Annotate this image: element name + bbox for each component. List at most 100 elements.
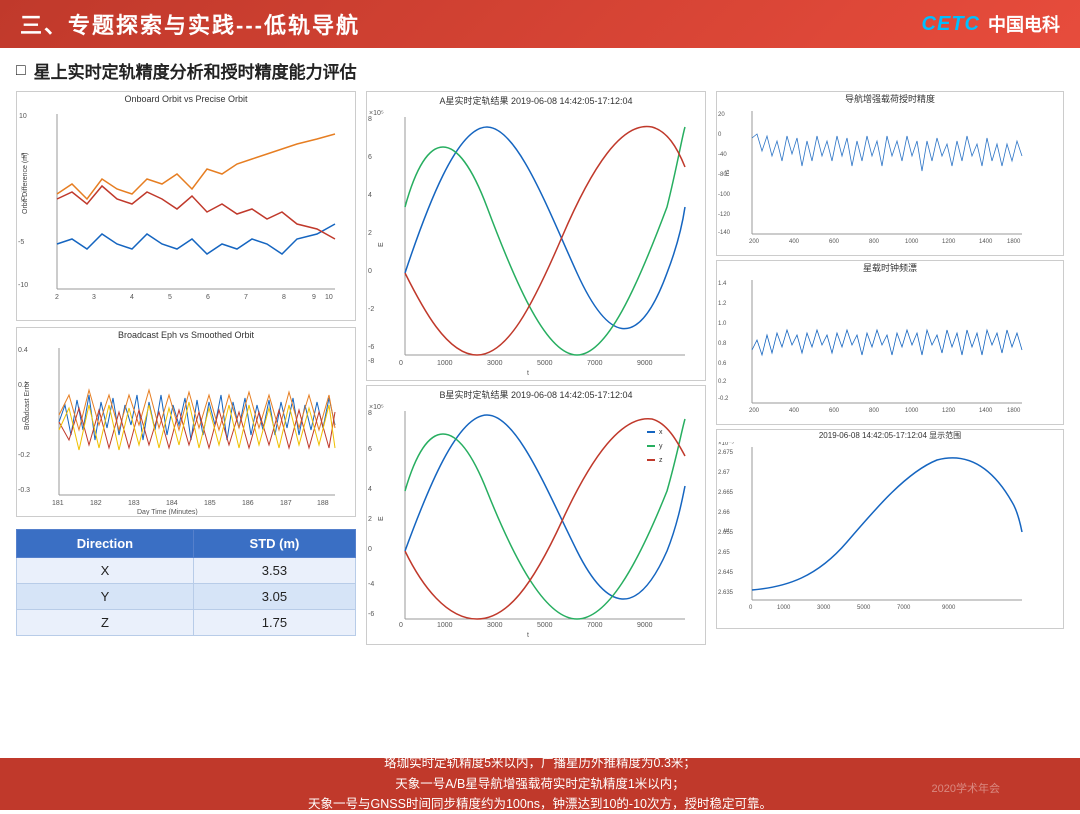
std-x: 3.53 <box>193 558 355 584</box>
left-column: Onboard Orbit vs Precise Orbit 10 5 0 -5… <box>16 91 356 711</box>
svg-text:E: E <box>378 516 385 521</box>
svg-text:0.6: 0.6 <box>718 361 727 367</box>
svg-text:5000: 5000 <box>857 605 871 611</box>
center-bottom-chart: B星实时定轨结果 2019-06-08 14:42:05-17:12:04 8 … <box>366 385 706 645</box>
svg-text:2: 2 <box>368 230 372 237</box>
bottom-left-chart: Broadcast Eph vs Smoothed Orbit 0.4 0.2 … <box>16 327 356 517</box>
right-bottom-svg: 2.675 2.67 2.665 2.66 2.655 2.65 2.645 2… <box>717 442 1027 622</box>
right-mid-chart: 星载时钟频漂 1.4 1.2 1.0 0.8 0.6 0.2 -0.2 200 … <box>716 260 1064 425</box>
svg-text:2.645: 2.645 <box>718 570 734 576</box>
svg-text:182: 182 <box>90 500 102 507</box>
svg-text:1200: 1200 <box>942 239 956 245</box>
svg-text:0.2: 0.2 <box>718 379 727 385</box>
svg-text:-2: -2 <box>368 306 374 313</box>
svg-text:Orbit Difference (m): Orbit Difference (m) <box>22 153 29 214</box>
svg-text:×10⁵: ×10⁵ <box>369 404 384 411</box>
data-table-container: Direction STD (m) X 3.53 Y 3.05 <box>16 525 356 636</box>
svg-text:-5: -5 <box>18 239 24 246</box>
svg-text:4: 4 <box>368 192 372 199</box>
svg-text:8: 8 <box>282 294 286 301</box>
svg-text:1000: 1000 <box>777 605 791 611</box>
svg-text:8: 8 <box>368 116 372 123</box>
svg-text:9000: 9000 <box>637 622 653 629</box>
header: 三、专题探索与实践---低轨导航 CETC 中国电科 <box>0 0 1080 48</box>
svg-text:E: E <box>378 242 385 247</box>
svg-text:2.65: 2.65 <box>718 550 730 556</box>
svg-text:10: 10 <box>19 113 27 120</box>
svg-text:1000: 1000 <box>905 239 919 245</box>
svg-text:-140: -140 <box>718 230 731 236</box>
svg-text:7000: 7000 <box>587 360 603 367</box>
svg-text:181: 181 <box>52 500 64 507</box>
svg-text:E: E <box>725 528 731 532</box>
svg-text:6: 6 <box>368 446 372 453</box>
table-header-std: STD (m) <box>193 530 355 558</box>
right-column: 导航增强载荷授时精度 20 0 -40 -80 -100 -120 -140 n… <box>716 91 1064 711</box>
center-column: A星实时定轨结果 2019-06-08 14:42:05-17:12:04 8 … <box>366 91 706 711</box>
svg-text:t: t <box>527 370 529 377</box>
svg-text:-120: -120 <box>718 212 731 218</box>
svg-text:5000: 5000 <box>537 360 553 367</box>
svg-text:800: 800 <box>869 239 880 245</box>
svg-text:800: 800 <box>869 408 880 414</box>
svg-text:187: 187 <box>280 500 292 507</box>
svg-text:200: 200 <box>749 239 760 245</box>
svg-text:0.8: 0.8 <box>718 341 727 347</box>
footer-line3: 天象一号与GNSS时间同步精度约为100ns，钟漂达到10的-10次方，授时稳定… <box>308 795 772 814</box>
svg-text:9: 9 <box>312 294 316 301</box>
footer-line1: 珞珈实时定轨精度5米以内，广播星历外推精度为0.3米； <box>384 754 696 773</box>
svg-text:3000: 3000 <box>817 605 831 611</box>
center-bottom-svg: 8 6 4 2 0 -4 -6 ×10⁵ E 0 1000 3000 5000 … <box>367 401 697 639</box>
svg-text:2.635: 2.635 <box>718 590 734 596</box>
table-row: Z 1.75 <box>17 610 356 636</box>
svg-text:400: 400 <box>789 408 800 414</box>
svg-text:183: 183 <box>128 500 140 507</box>
table-row: X 3.53 <box>17 558 356 584</box>
svg-text:3000: 3000 <box>487 360 503 367</box>
svg-text:1000: 1000 <box>437 622 453 629</box>
right-mid-title: 星载时钟频漂 <box>717 261 1063 274</box>
std-z: 1.75 <box>193 610 355 636</box>
svg-text:5000: 5000 <box>537 622 553 629</box>
svg-text:×10⁻⁵: ×10⁻⁵ <box>718 442 734 447</box>
svg-text:1000: 1000 <box>905 408 919 414</box>
svg-text:0: 0 <box>368 546 372 553</box>
svg-text:-8: -8 <box>368 358 374 365</box>
svg-text:5: 5 <box>168 294 172 301</box>
svg-text:-10: -10 <box>18 282 28 289</box>
svg-text:2: 2 <box>368 516 372 523</box>
svg-text:20: 20 <box>718 112 725 118</box>
svg-text:3: 3 <box>92 294 96 301</box>
right-bottom-chart: 2019-06-08 14:42:05-17:12:04 显示范围 2.675 … <box>716 429 1064 629</box>
svg-text:Broadcast Error: Broadcast Error <box>24 380 31 430</box>
svg-text:4: 4 <box>130 294 134 301</box>
center-top-svg: 8 6 4 2 0 -2 -6 -8 ×10⁵ E 0 1000 3000 50… <box>367 107 697 379</box>
svg-text:-0.2: -0.2 <box>18 452 30 459</box>
svg-text:200: 200 <box>749 408 760 414</box>
svg-text:184: 184 <box>166 500 178 507</box>
svg-text:-40: -40 <box>718 152 727 158</box>
svg-text:2.66: 2.66 <box>718 510 730 516</box>
svg-text:600: 600 <box>829 239 840 245</box>
svg-text:1400: 1400 <box>979 408 993 414</box>
svg-text:ns: ns <box>725 170 731 176</box>
svg-text:-4: -4 <box>368 581 374 588</box>
svg-text:2.665: 2.665 <box>718 490 734 496</box>
svg-text:-0.3: -0.3 <box>18 487 30 494</box>
svg-text:1400: 1400 <box>979 239 993 245</box>
right-top-title: 导航增强载荷授时精度 <box>717 92 1063 105</box>
svg-text:-6: -6 <box>368 344 374 351</box>
svg-text:8: 8 <box>368 410 372 417</box>
svg-text:7000: 7000 <box>897 605 911 611</box>
svg-text:7000: 7000 <box>587 622 603 629</box>
charts-area: Onboard Orbit vs Precise Orbit 10 5 0 -5… <box>16 91 1064 711</box>
svg-text:×10⁵: ×10⁵ <box>369 110 384 117</box>
svg-text:0: 0 <box>368 268 372 275</box>
svg-text:-0.2: -0.2 <box>718 396 729 402</box>
table-row: Y 3.05 <box>17 584 356 610</box>
svg-text:0.4: 0.4 <box>18 347 28 354</box>
svg-text:1.0: 1.0 <box>718 321 727 327</box>
right-mid-svg: 1.4 1.2 1.0 0.8 0.6 0.2 -0.2 200 400 600… <box>717 275 1027 423</box>
std-y: 3.05 <box>193 584 355 610</box>
svg-text:4: 4 <box>368 486 372 493</box>
